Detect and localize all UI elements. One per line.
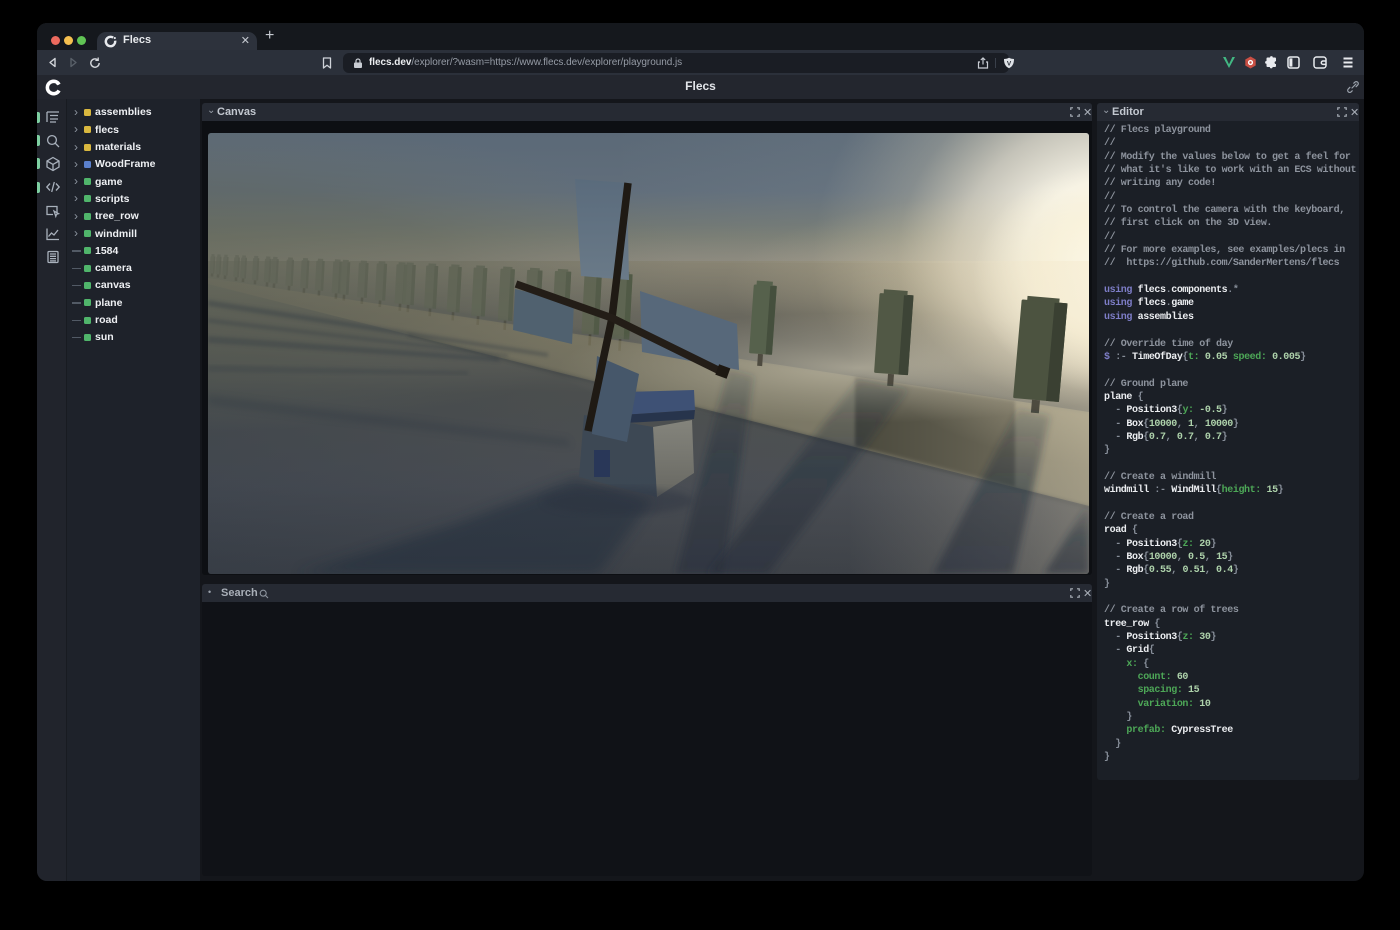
svg-text:V: V bbox=[1007, 60, 1012, 67]
